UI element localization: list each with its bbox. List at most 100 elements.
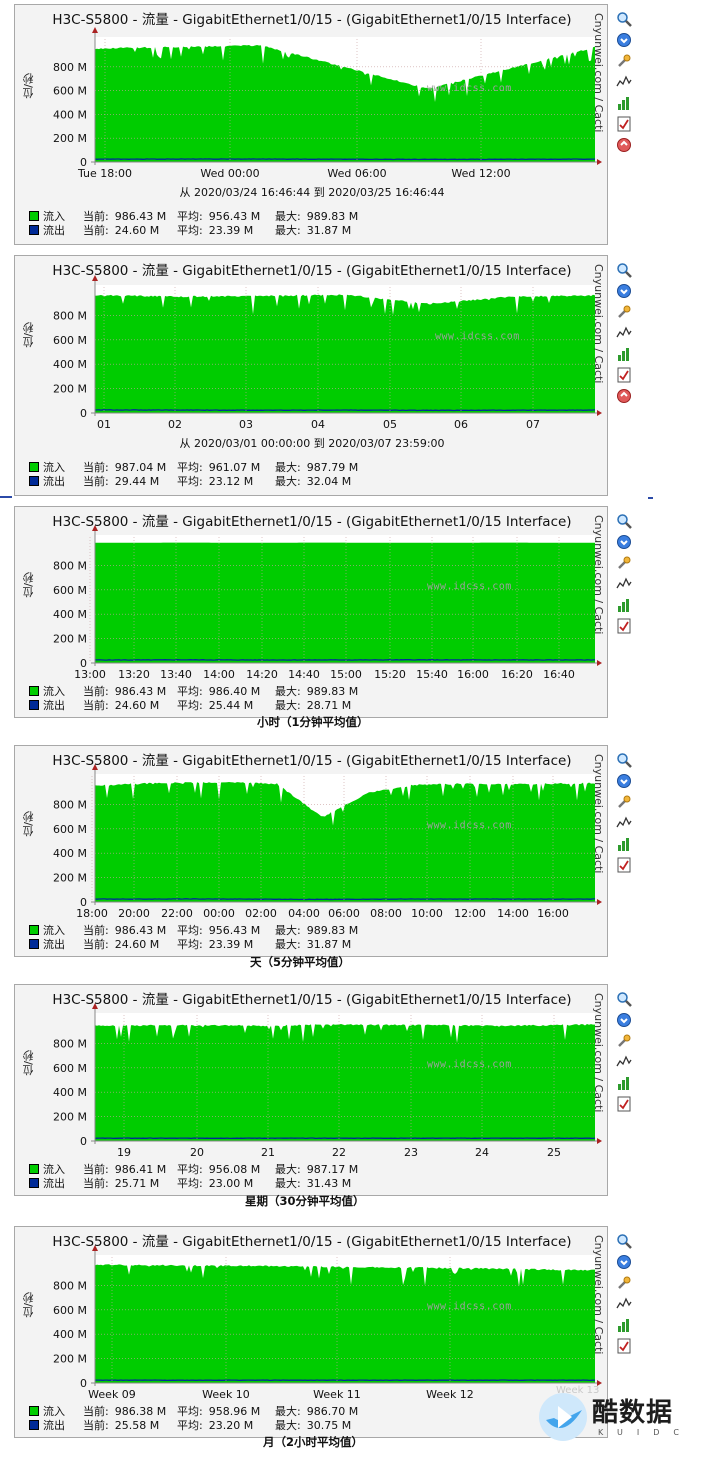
close-icon[interactable] <box>616 137 632 153</box>
report-icon[interactable] <box>616 618 632 634</box>
inbound-area <box>95 1264 595 1383</box>
zoom-icon[interactable] <box>616 991 632 1007</box>
y-tick-label: 800 M <box>53 559 87 572</box>
graph-icon[interactable] <box>616 74 632 90</box>
x-tick-label: 15:00 <box>330 668 362 681</box>
report-icon[interactable] <box>616 1096 632 1112</box>
x-tick-label: 16:00 <box>537 907 569 920</box>
traffic-graph[interactable]: 0 200 M 400 M 600 M 800 M 01 02 03 04 05 06 07 H3C-S… <box>14 255 608 496</box>
stat-value: 989.83 M <box>306 685 359 698</box>
report-icon[interactable] <box>616 367 632 383</box>
stat-label: 平均: <box>177 1177 203 1190</box>
graph-icon[interactable] <box>616 325 632 341</box>
properties-icon[interactable] <box>616 1275 632 1291</box>
zoom-icon[interactable] <box>616 513 632 529</box>
stat-label: 最大: <box>275 924 301 937</box>
x-tick-label: 22:00 <box>161 907 193 920</box>
legend-stat-max: 最大: 31.87 M <box>275 938 351 952</box>
legend-stat-average: 平均: 25.44 M <box>177 699 253 713</box>
x-tick-label: Wed 00:00 <box>200 167 259 180</box>
graph-title: H3C-S5800 - 流量 - GigabitEthernet1/0/15 -… <box>52 514 572 530</box>
legend-stat-current: 当前: 986.43 M <box>83 685 166 699</box>
graph-toolbar <box>616 513 636 639</box>
x-tick-label: 15:40 <box>416 668 448 681</box>
close-icon[interactable] <box>616 388 632 404</box>
zoom-icon[interactable] <box>616 262 632 278</box>
legend-name: 流出 <box>43 699 65 712</box>
stat-label: 最大: <box>275 475 301 488</box>
graph-icon[interactable] <box>616 815 632 831</box>
zoom-icon[interactable] <box>616 11 632 27</box>
zoom-icon[interactable] <box>616 752 632 768</box>
x-tick-label: 20:00 <box>118 907 150 920</box>
x-tick-label: 13:40 <box>160 668 192 681</box>
legend-stat-max: 最大: 28.71 M <box>275 699 351 713</box>
stat-value: 30.75 M <box>306 1419 352 1432</box>
export-icon[interactable] <box>616 773 632 789</box>
inbound-area <box>95 1024 595 1141</box>
bar-icon[interactable] <box>616 1317 632 1333</box>
properties-icon[interactable] <box>616 555 632 571</box>
bar-icon[interactable] <box>616 346 632 362</box>
bar-icon[interactable] <box>616 95 632 111</box>
time-range: 从 2020/03/01 00:00:00 到 2020/03/07 23:59… <box>179 437 445 450</box>
traffic-graph[interactable]: 0 200 M 400 M 600 M 800 M 18:00 20:00 22:00 00:0… <box>14 745 608 957</box>
stat-value: 23.12 M <box>208 475 254 488</box>
properties-icon[interactable] <box>616 1033 632 1049</box>
x-tick-label: 10:00 <box>411 907 443 920</box>
x-axis-arrow <box>597 899 602 905</box>
x-tick-label: 02:00 <box>245 907 277 920</box>
bar-icon[interactable] <box>616 836 632 852</box>
legend-row-in: 流入 当前: 986.38 M 平均: 958.96 M 最大: 986.70 M <box>29 1405 589 1419</box>
graph-icon[interactable] <box>616 1296 632 1312</box>
legend-swatch <box>29 686 39 696</box>
export-icon[interactable] <box>616 283 632 299</box>
stat-value: 28.71 M <box>306 699 352 712</box>
x-tick-label: Week 11 <box>313 1388 361 1401</box>
y-tick-label: 600 M <box>53 584 87 597</box>
legend-name: 流出 <box>43 1419 65 1432</box>
traffic-graph[interactable]: 0 200 M 400 M 600 M 800 M 19 20 21 22 23 24 25 H3C-S… <box>14 984 608 1196</box>
edge-line <box>0 496 12 498</box>
export-icon[interactable] <box>616 32 632 48</box>
bar-icon[interactable] <box>616 1075 632 1091</box>
y-tick-label: 200 M <box>53 872 87 885</box>
properties-icon[interactable] <box>616 53 632 69</box>
legend-stat-average: 平均: 23.20 M <box>177 1419 253 1433</box>
report-icon[interactable] <box>616 116 632 132</box>
y-tick-label: 800 M <box>53 1279 87 1292</box>
y-axis-label: 位/秒 <box>22 811 35 837</box>
report-icon[interactable] <box>616 857 632 873</box>
x-tick-label: 03 <box>239 418 253 431</box>
traffic-graph[interactable]: 0 200 M 400 M 600 M 800 M Week 09 Week 10 Week … <box>14 1226 608 1438</box>
stat-label: 最大: <box>275 461 301 474</box>
properties-icon[interactable] <box>616 304 632 320</box>
x-tick-label: 05 <box>383 418 397 431</box>
legend-row-in: 流入 当前: 987.04 M 平均: 961.07 M 最大: 987.79 M <box>29 461 589 475</box>
graph-icon[interactable] <box>616 576 632 592</box>
watermark: www.idcss.com <box>427 83 512 94</box>
y-tick-label: 600 M <box>53 334 87 347</box>
traffic-graph[interactable]: 0 200 M 400 M 600 M 800 M 13:00 13:20 13:40 14:0… <box>14 506 608 718</box>
export-icon[interactable] <box>616 1254 632 1270</box>
stat-value: 986.43 M <box>114 210 167 223</box>
export-icon[interactable] <box>616 1012 632 1028</box>
graph-toolbar <box>616 752 636 878</box>
legend-row-out: 流出 当前: 29.44 M 平均: 23.12 M 最大: 32.04 M <box>29 475 589 489</box>
traffic-graph[interactable]: 0 200 M 400 M 600 M 800 M Tue 18:00 Wed 00:00 W… <box>14 4 608 245</box>
report-icon[interactable] <box>616 1338 632 1354</box>
zoom-icon[interactable] <box>616 1233 632 1249</box>
legend-name: 流入 <box>43 210 65 223</box>
stat-label: 最大: <box>275 210 301 223</box>
stat-label: 当前: <box>83 924 109 937</box>
stat-label: 平均: <box>177 210 203 223</box>
legend-swatch <box>29 225 39 235</box>
x-tick-label: 23 <box>404 1146 418 1159</box>
bar-icon[interactable] <box>616 597 632 613</box>
legend-stat-max: 最大: 30.75 M <box>275 1419 351 1433</box>
properties-icon[interactable] <box>616 794 632 810</box>
graph-icon[interactable] <box>616 1054 632 1070</box>
legend-swatch <box>29 939 39 949</box>
export-icon[interactable] <box>616 534 632 550</box>
legend-stat-average: 平均: 956.43 M <box>177 210 260 224</box>
